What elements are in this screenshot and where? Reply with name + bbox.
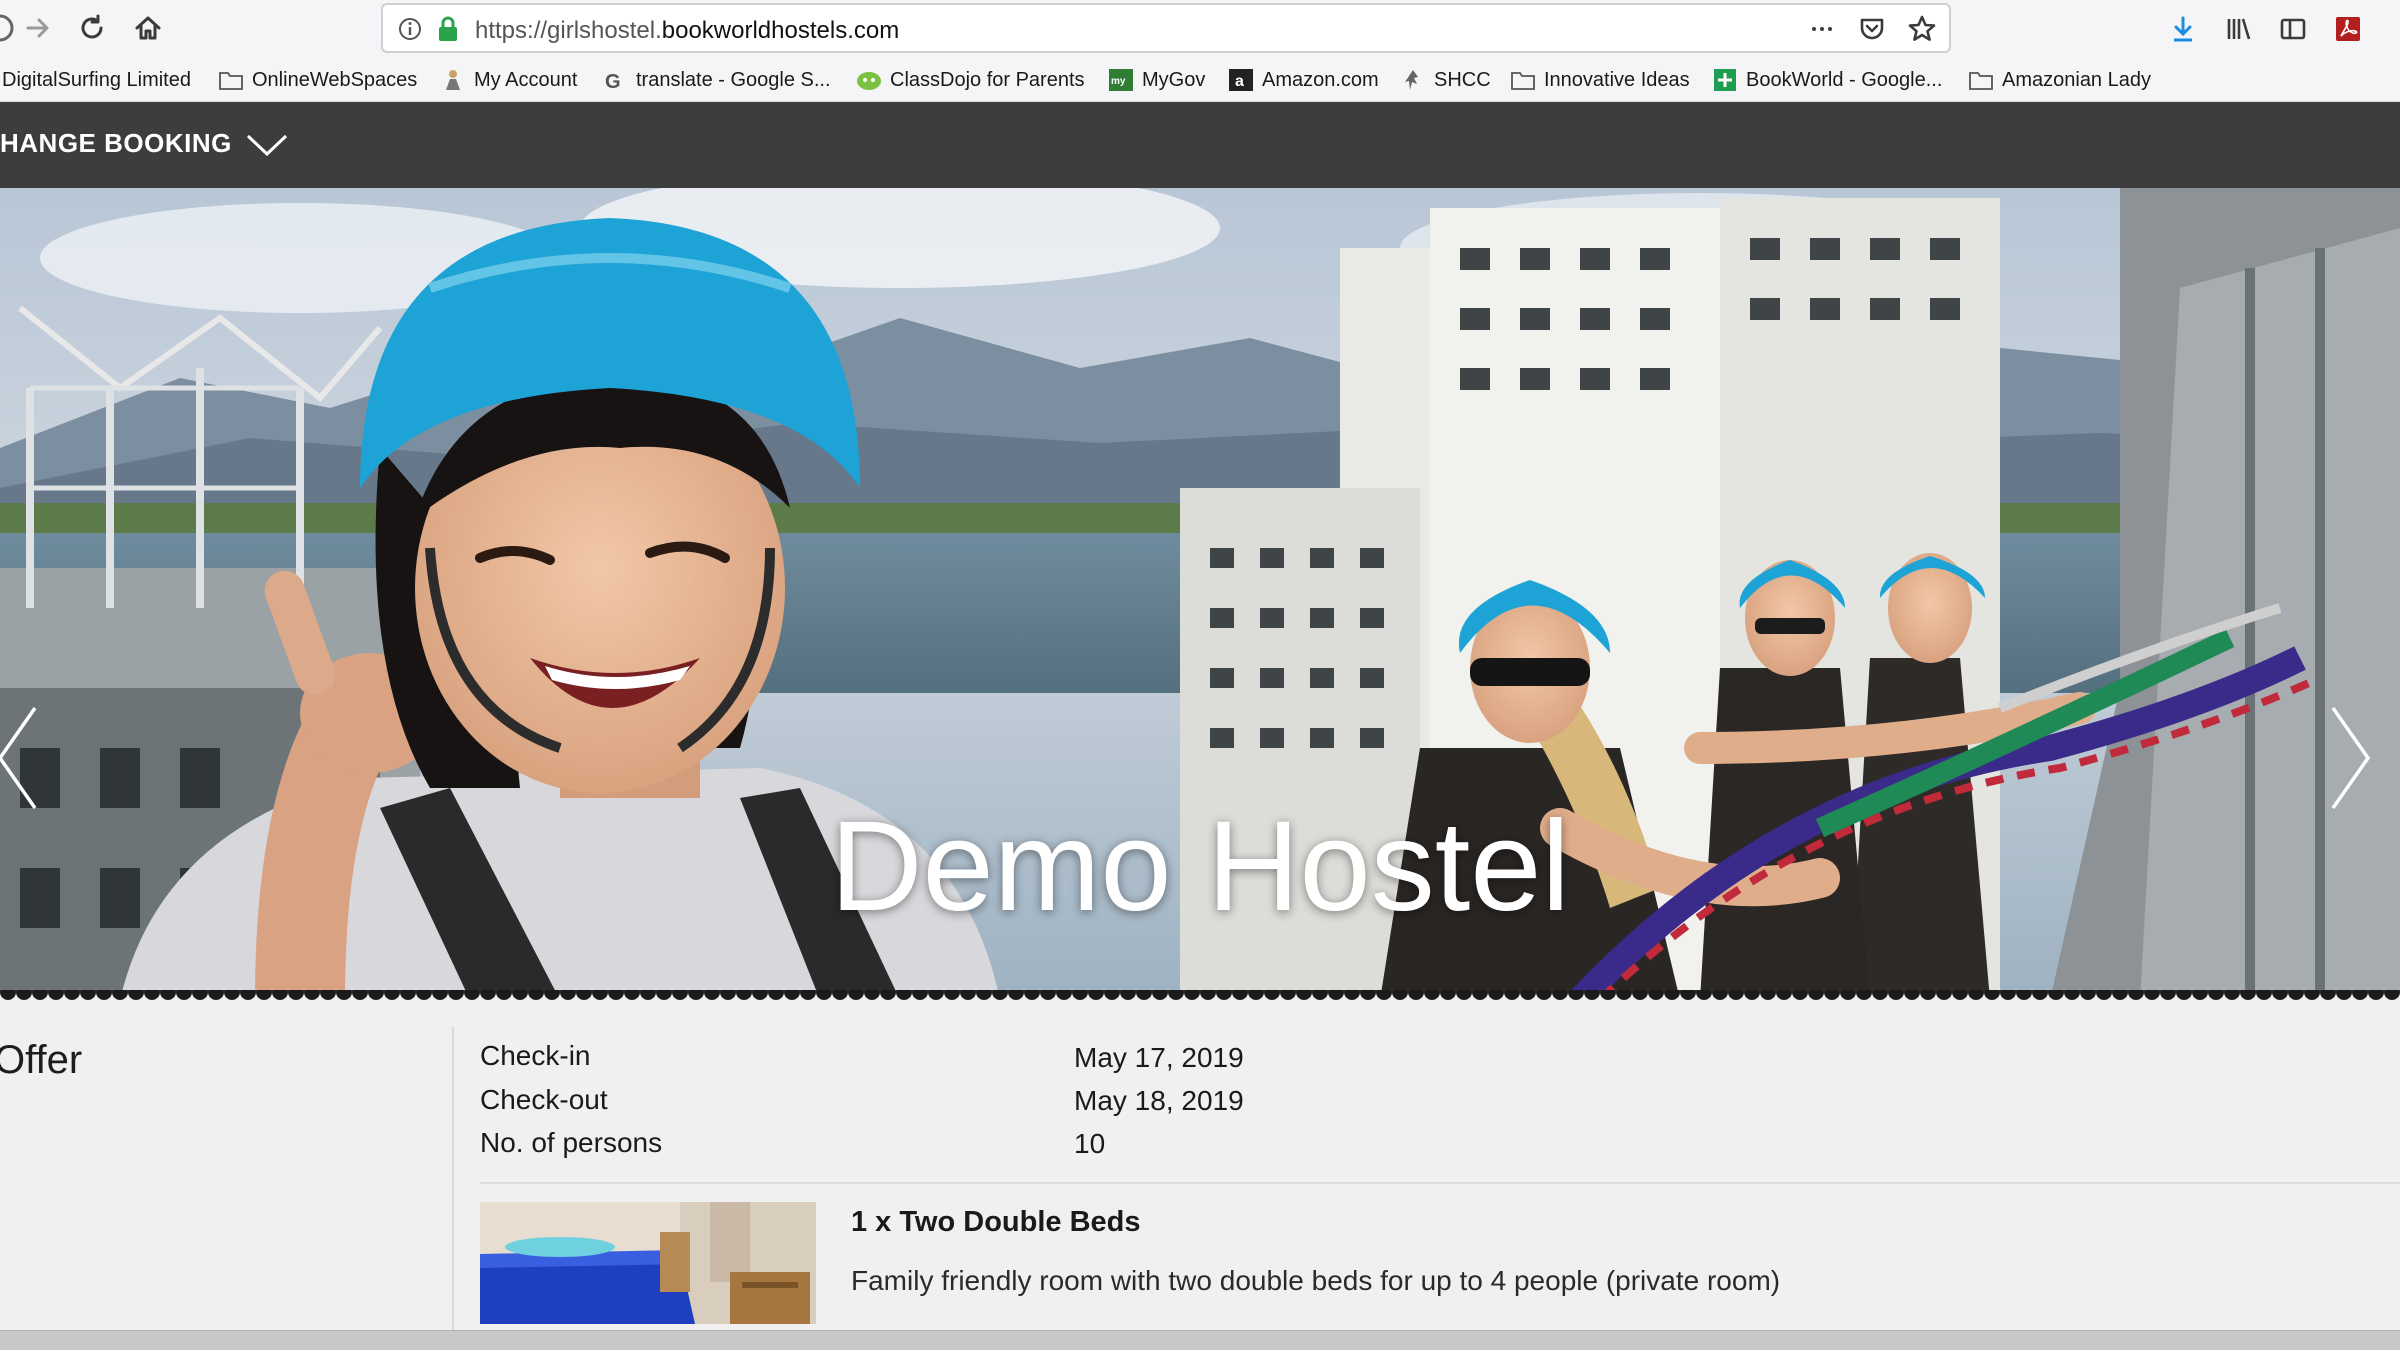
library-icon	[2227, 18, 2251, 40]
adobe-pdf-icon	[2336, 17, 2360, 41]
mygov-icon: my	[1108, 68, 1134, 92]
download-icon	[2174, 16, 2192, 42]
pocket-button[interactable]	[1853, 11, 1891, 47]
bookmark-label: My Account	[474, 68, 578, 91]
home-icon	[135, 16, 161, 40]
bookmark-translate[interactable]: G translate - Google S...	[602, 66, 831, 94]
sidebar-button[interactable]	[2273, 10, 2313, 48]
svg-text:G: G	[605, 71, 621, 92]
address-bar[interactable]: https://girlshostel.bookworldhostels.com	[381, 3, 1951, 53]
bookmark-label: Amazon.com	[1262, 68, 1379, 91]
classdojo-icon	[856, 68, 882, 92]
back-arrow-icon	[0, 14, 14, 42]
chevron-down-icon[interactable]	[244, 128, 290, 162]
reload-button[interactable]	[70, 8, 114, 48]
google-icon: G	[602, 68, 628, 92]
url-domain: bookworldhostels.com	[661, 17, 900, 44]
url-prefix: https://girlshostel.	[475, 17, 662, 44]
folder-icon	[1968, 68, 1994, 92]
sheets-icon	[1712, 68, 1738, 92]
svg-text:my: my	[1111, 76, 1126, 87]
info-icon[interactable]	[397, 16, 423, 42]
bookmark-innovative-ideas[interactable]: Innovative Ideas	[1510, 66, 1690, 94]
forward-arrow-icon	[26, 18, 49, 38]
shcc-icon	[1400, 68, 1426, 92]
checkout-label: Check-out	[480, 1084, 608, 1115]
site-header: HANGE BOOKING	[0, 102, 2400, 188]
bookmark-label: Amazonian Lady	[2002, 68, 2151, 91]
room-title: 1 x Two Double Beds	[851, 1206, 1141, 1238]
room-image[interactable]	[480, 1202, 816, 1324]
hero-carousel: Demo Hostel	[0, 188, 2400, 1000]
account-icon	[440, 68, 466, 92]
bookmark-label: BookWorld - Google...	[1746, 68, 1943, 91]
bookmark-bookworld[interactable]: BookWorld - Google...	[1712, 66, 1942, 94]
bookmark-label: ClassDojo for Parents	[890, 68, 1085, 91]
room-description: Family friendly room with two double bed…	[851, 1265, 1781, 1296]
folder-icon	[218, 68, 244, 92]
booking-content: Offer Check-in May 17, 2019 Check-out Ma…	[0, 1012, 2400, 1337]
more-dots-icon	[1812, 27, 1832, 31]
checkin-label: Check-in	[480, 1040, 591, 1071]
bookmark-onlinewebspaces[interactable]: OnlineWebSpaces	[218, 66, 417, 94]
home-button[interactable]	[126, 8, 170, 48]
horizontal-scrollbar[interactable]	[0, 1330, 2400, 1350]
svg-text:a: a	[1235, 73, 1244, 90]
bookmark-label: OnlineWebSpaces	[252, 68, 418, 91]
page-actions-button[interactable]	[1803, 11, 1841, 47]
amazon-icon: a	[1228, 68, 1254, 92]
pocket-icon	[1860, 18, 1884, 40]
bookmark-label: translate - Google S...	[636, 68, 831, 91]
bookmark-classdojo[interactable]: ClassDojo for Parents	[856, 66, 1085, 94]
bookmark-label: Innovative Ideas	[1544, 68, 1690, 91]
bookmark-digitalsurfing[interactable]: DigitalSurfing Limited	[2, 66, 191, 94]
horizontal-divider	[480, 1182, 2400, 1184]
bookmark-mygov[interactable]: my MyGov	[1108, 66, 1205, 94]
offer-heading: Offer	[0, 1038, 83, 1082]
change-booking-button[interactable]: HANGE BOOKING	[0, 128, 232, 159]
persons-label: No. of persons	[480, 1127, 663, 1158]
downloads-button[interactable]	[2163, 10, 2203, 48]
checkin-value: May 17, 2019	[1074, 1042, 1244, 1073]
url-text[interactable]: https://girlshostel.bookworldhostels.com	[475, 17, 899, 45]
bookmark-label: SHCC	[1434, 68, 1491, 91]
bookmark-label: DigitalSurfing Limited	[2, 68, 191, 91]
bookmark-amazon[interactable]: a Amazon.com	[1228, 66, 1379, 94]
pdf-extension-button[interactable]	[2328, 10, 2368, 48]
bookmark-label: MyGov	[1142, 68, 1206, 91]
bookmark-star-button[interactable]	[1903, 11, 1941, 47]
bookmark-shcc[interactable]: SHCC	[1400, 66, 1491, 94]
scalloped-divider	[0, 990, 2400, 1012]
star-icon	[1908, 15, 1936, 41]
checkout-value: May 18, 2019	[1074, 1085, 1244, 1116]
bookmark-my-account[interactable]: My Account	[440, 66, 577, 94]
bookmark-amazonian-lady[interactable]: Amazonian Lady	[1968, 66, 2151, 94]
reload-icon	[81, 14, 103, 39]
browser-toolbar: https://girlshostel.bookworldhostels.com	[0, 0, 2400, 58]
vertical-divider	[452, 1027, 454, 1337]
persons-value: 10	[1074, 1128, 1106, 1159]
library-button[interactable]	[2218, 10, 2258, 48]
folder-icon	[1510, 68, 1536, 92]
sidebar-icon	[2280, 18, 2306, 40]
lock-icon[interactable]	[435, 15, 461, 43]
bookmarks-bar: DigitalSurfing Limited OnlineWebSpaces M…	[0, 58, 2400, 102]
forward-button[interactable]	[16, 8, 60, 48]
hostel-title: Demo Hostel	[830, 795, 1570, 938]
